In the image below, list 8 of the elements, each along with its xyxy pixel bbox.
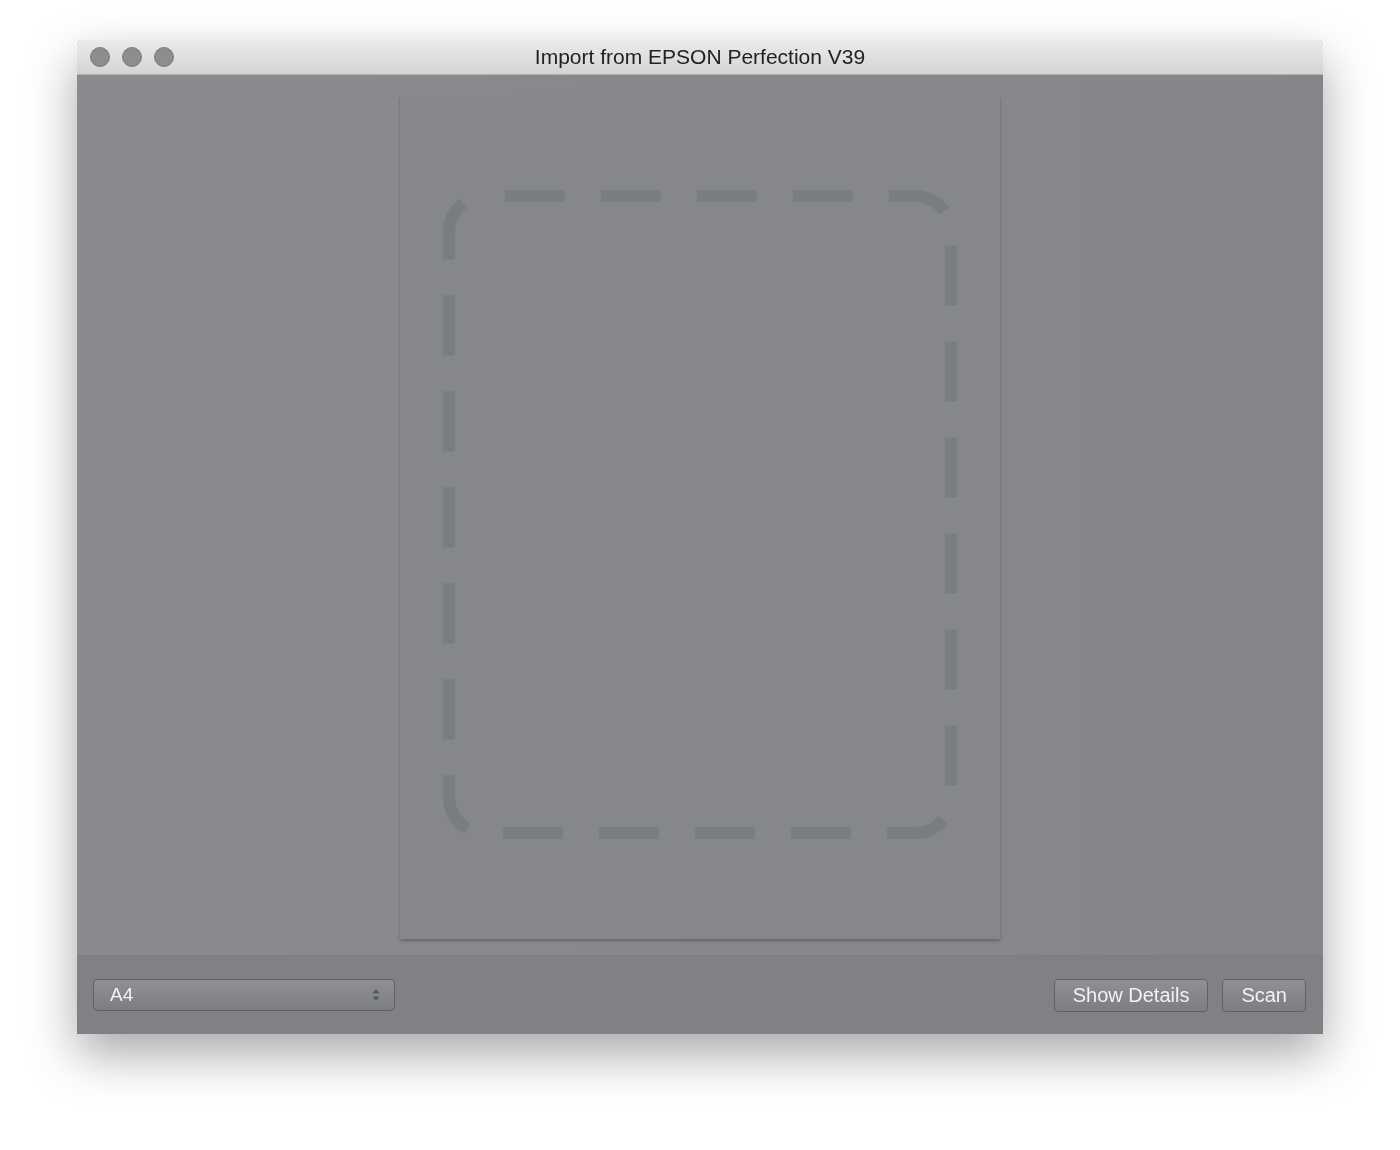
- action-button[interactable]: Show Details: [1053, 978, 1209, 1012]
- paper-size-dropdown[interactable]: A4: [93, 979, 395, 1011]
- stepper-arrows-icon: [372, 988, 380, 1002]
- action-button[interactable]: Scan: [1222, 978, 1306, 1012]
- window-control-icon[interactable]: [122, 47, 142, 67]
- window-control-icon[interactable]: [154, 47, 174, 67]
- window-title: Import from EPSON Perfection V39: [534, 45, 866, 69]
- window-control-icon[interactable]: [90, 47, 110, 67]
